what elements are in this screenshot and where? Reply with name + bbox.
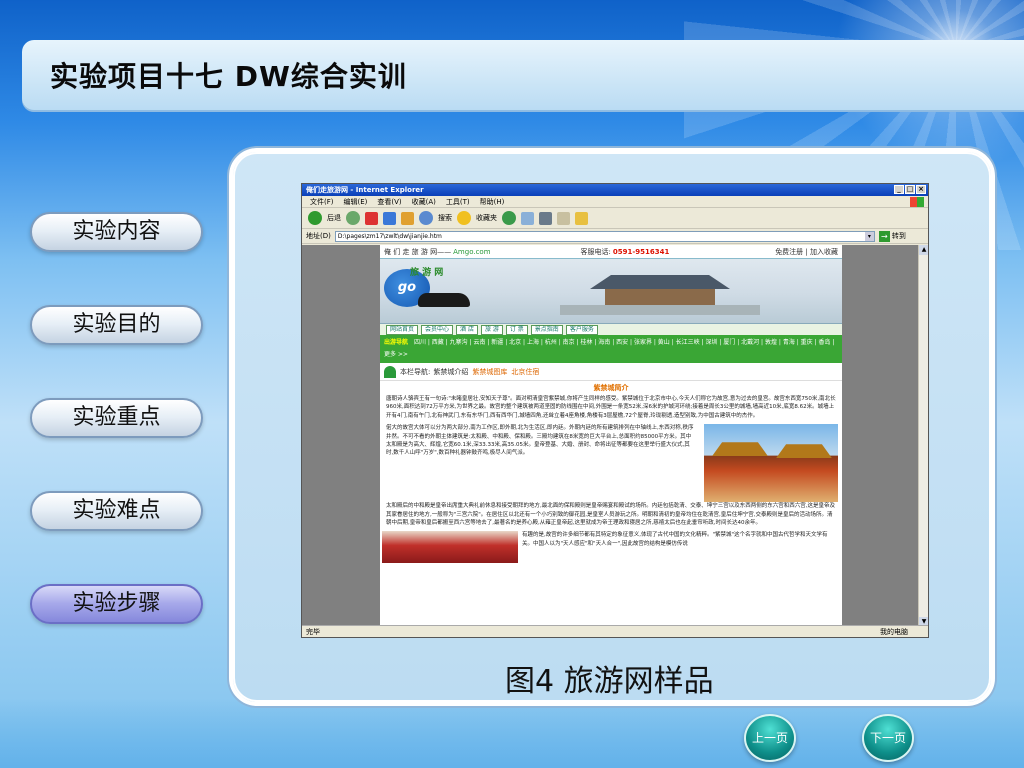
refresh-icon[interactable] [383,211,396,225]
city-links[interactable]: 四川 | 西藏 | 九寨沟 | 云南 | 新疆 | 北京 | 上海 | 杭州 |… [384,339,834,358]
address-value: D:\pages\zm17\zwlt\dw\jianjie.htm [337,232,442,240]
prev-page-button[interactable]: 上一页 [744,714,796,762]
browser-menu-bar: 文件(F) 编辑(E) 查看(V) 收藏(A) 工具(T) 帮助(H) [302,196,928,208]
search-label[interactable]: 搜索 [438,213,452,223]
palace-photo [704,424,838,503]
browser-viewport: 俺 们 走 旅 游 网—— Amgo.com 客服电话: 0591-951634… [302,245,920,627]
logo-text: 旅 游 网 [410,268,444,278]
forward-icon[interactable] [346,211,360,225]
paragraph-1: 唐朝诗人骆宾王有一句诗:"未睹皇居壮,安知天子尊"。面对明清皇宫紫禁城,你将产生… [386,396,836,419]
status-text: 完毕 [306,628,320,636]
site-nav-hotel[interactable]: 酒 店 [456,324,478,335]
city-nav-bar: 出游导航 四川 | 西藏 | 九寨沟 | 云南 | 新疆 | 北京 | 上海 |… [380,335,842,363]
browser-toolbar: 后退 搜索 收藏夹 [302,208,928,229]
back-label[interactable]: 后退 [327,213,341,223]
menu-help[interactable]: 帮助(H) [480,196,505,207]
nav-button-content[interactable]: 实验内容 [30,212,203,252]
crumb-label: 本栏导航: [400,367,431,376]
address-input[interactable]: D:\pages\zm17\zwlt\dw\jianjie.htm ▾ [334,230,875,242]
nav-button-key-points[interactable]: 实验重点 [30,398,203,438]
go-button[interactable]: → 转到 [878,230,906,242]
status-zone: 我的电脑 [880,628,908,636]
crumb-lodging[interactable]: 北京住宿 [511,367,539,377]
messenger-icon[interactable] [575,211,588,225]
site-nav-service[interactable]: 客户服务 [565,324,598,335]
city-nav-label: 出游导航 [384,339,409,346]
site-slogan: 俺 们 走 旅 游 网—— [384,247,452,256]
minimize-icon[interactable]: _ [894,185,904,194]
print-icon[interactable] [539,211,552,225]
menu-edit[interactable]: 编辑(E) [344,196,368,207]
top-links[interactable]: 免费注册 | 加入收藏 [775,247,838,257]
close-icon[interactable]: × [916,185,926,194]
section-title: 紫禁城简介 [593,384,629,392]
site-nav-member[interactable]: 会员中心 [421,324,454,335]
site-nav-travel[interactable]: 旅 游 [480,324,503,335]
mail-icon[interactable] [521,211,534,225]
nav-button-purpose[interactable]: 实验目的 [30,305,203,345]
site-nav-bar: 网站首页 会员中心 酒 店 旅 游 订 票 景点指南 客户服务 [380,323,842,335]
breadcrumb: 本栏导航: 紫禁城介绍 紫禁城图库 北京住宿 [380,363,842,381]
history-icon[interactable] [502,211,516,225]
palace-banner-image [560,275,760,315]
favorites-label[interactable]: 收藏夹 [476,213,497,223]
menu-file[interactable]: 文件(F) [310,196,334,207]
browser-title-bar: 俺们走旅游网 - Internet Explorer _ □ × [302,184,928,196]
phone-label: 客服电话: [580,247,611,256]
palace-photo-2 [382,531,518,564]
browser-screenshot: 俺们走旅游网 - Internet Explorer _ □ × 文件(F) 编… [301,183,929,638]
crumb-intro[interactable]: 紫禁城介绍 [433,367,468,377]
paragraph-4: 有趣的是,故宫的许多细节都有其特定的象征意义,体现了古代中国的文化精粹。"紫禁城… [522,532,828,547]
vertical-scrollbar[interactable]: ▲ ▼ [918,245,928,627]
back-icon[interactable] [308,211,322,225]
menu-tools[interactable]: 工具(T) [446,196,470,207]
go-label: 转到 [891,232,906,240]
web-page: 俺 们 走 旅 游 网—— Amgo.com 客服电话: 0591-951634… [380,245,842,627]
paragraph-2: 偌大的故宫大体可以分为两大部分,南为工作区,即外朝,北为生活区,即内廷。外朝内廷… [386,425,694,457]
maximize-icon[interactable]: □ [905,185,915,194]
nav-button-steps[interactable]: 实验步骤 [30,584,203,624]
site-nav-guide[interactable]: 景点指南 [530,324,563,335]
slide-title: 实验项目十七 DW综合实训 [50,60,407,93]
browser-window-title: 俺们走旅游网 - Internet Explorer [306,186,424,194]
next-page-button[interactable]: 下一页 [862,714,914,762]
go-arrow-icon: → [878,230,890,242]
car-image [418,293,470,307]
address-label: 地址(D) [306,232,331,240]
figure-caption: 图4 旅游网样品 [505,664,714,699]
stop-icon[interactable] [365,211,378,225]
edit-icon[interactable] [557,211,570,225]
site-nav-home[interactable]: 网站首页 [386,324,419,335]
site-nav-ticket[interactable]: 订 票 [505,324,528,335]
site-top-bar: 俺 们 走 旅 游 网—— Amgo.com 客服电话: 0591-951634… [380,245,842,259]
chevron-down-icon[interactable]: ▾ [864,231,874,241]
crumb-gallery[interactable]: 紫禁城图库 [472,367,507,377]
favorites-icon[interactable] [457,211,471,225]
site-domain[interactable]: Amgo.com [453,248,490,256]
browser-status-bar: 完毕 我的电脑 [302,625,928,637]
home-icon[interactable] [401,211,414,225]
scroll-up-icon[interactable]: ▲ [919,245,928,255]
menu-favorites[interactable]: 收藏(A) [412,196,436,207]
site-banner: go 旅 游 网 [380,259,842,323]
windows-logo-icon [910,197,924,207]
palm-tree-icon [384,365,396,378]
menu-view[interactable]: 查看(V) [377,196,401,207]
phone-number: 0591-9516341 [612,247,670,256]
nav-button-difficulties[interactable]: 实验难点 [30,491,203,531]
browser-address-bar: 地址(D) D:\pages\zm17\zwlt\dw\jianjie.htm … [302,229,928,244]
search-icon[interactable] [419,211,433,225]
paragraph-3: 太和殿后的中和殿是皇帝出席重大典礼前休息和接受朝拜的地方,最北面的保和殿则是皇帝… [386,503,836,527]
